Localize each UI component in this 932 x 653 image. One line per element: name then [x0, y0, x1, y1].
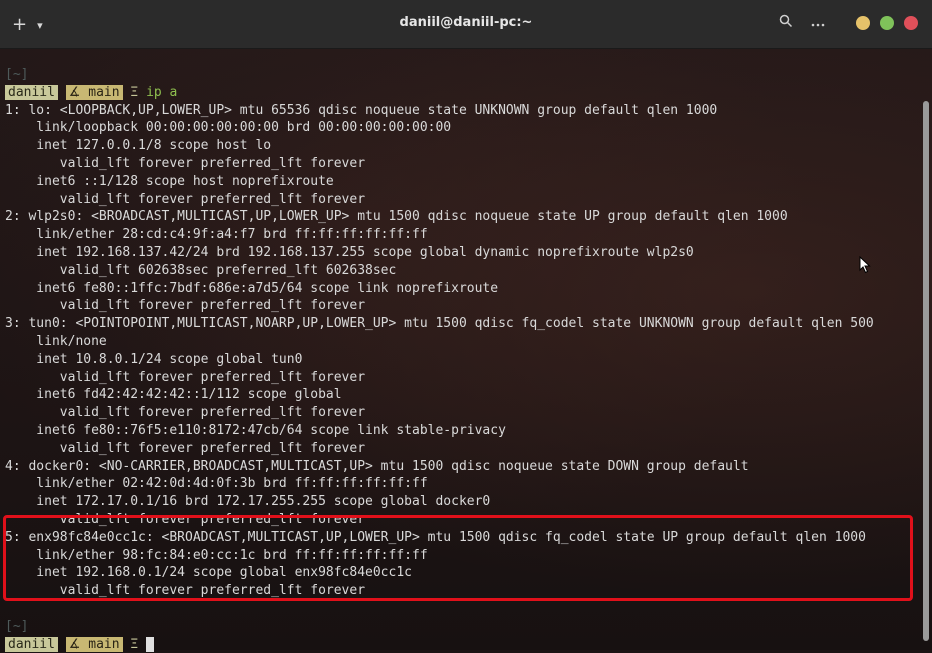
- close-button[interactable]: [904, 16, 918, 30]
- terminal-line: 4: docker0: <NO-CARRIER,BROADCAST,MULTIC…: [5, 458, 874, 476]
- title-bar: + ▾ daniil@daniil-pc:~: [0, 0, 932, 49]
- terminal-line: 3: tun0: <POINTOPOINT,MULTICAST,NOARP,UP…: [5, 315, 874, 333]
- terminal-line: [~]: [5, 66, 874, 84]
- terminal-line: 2: wlp2s0: <BROADCAST,MULTICAST,UP,LOWER…: [5, 208, 874, 226]
- search-icon[interactable]: [776, 14, 796, 32]
- terminal-line: inet 192.168.137.42/24 brd 192.168.137.2…: [5, 244, 874, 262]
- terminal-line: valid_lft 602638sec preferred_lft 602638…: [5, 262, 874, 280]
- terminal-line: [5, 600, 874, 618]
- terminal-line: inet6 fe80::76f5:e110:8172:47cb/64 scope…: [5, 422, 874, 440]
- terminal-line: valid_lft forever preferred_lft forever: [5, 369, 874, 387]
- terminal-line: valid_lft forever preferred_lft forever: [5, 404, 874, 422]
- terminal-line: inet6 ::1/128 scope host noprefixroute: [5, 173, 874, 191]
- terminal-line: inet 127.0.0.1/8 scope host lo: [5, 137, 874, 155]
- scrollbar[interactable]: [923, 101, 929, 641]
- terminal-line: link/loopback 00:00:00:00:00:00 brd 00:0…: [5, 119, 874, 137]
- command-text: ip a: [146, 85, 177, 100]
- terminal-line: valid_lft forever preferred_lft forever: [5, 440, 874, 458]
- terminal-line: valid_lft forever preferred_lft forever: [5, 191, 874, 209]
- terminal-line: inet6 fd42:42:42:42::1/112 scope global: [5, 386, 874, 404]
- maximize-button[interactable]: [880, 16, 894, 30]
- prompt-separator: Ξ: [123, 85, 146, 100]
- terminal-line: 1: lo: <LOOPBACK,UP,LOWER_UP> mtu 65536 …: [5, 102, 874, 120]
- more-icon[interactable]: [808, 15, 828, 31]
- terminal-output[interactable]: [~]daniil ∡ main Ξ ip a1: lo: <LOOPBACK,…: [0, 49, 932, 650]
- prompt-user: daniil: [5, 85, 58, 100]
- prompt-branch: ∡ main: [66, 637, 123, 652]
- terminal-line: link/none: [5, 333, 874, 351]
- terminal-line: link/ether 02:42:0d:4d:0f:3b brd ff:ff:f…: [5, 475, 874, 493]
- prompt-user: daniil: [5, 637, 58, 652]
- prompt-line: daniil ∡ main Ξ: [5, 636, 874, 653]
- terminal-line: valid_lft forever preferred_lft forever: [5, 155, 874, 173]
- terminal-line: inet 172.17.0.1/16 brd 172.17.255.255 sc…: [5, 493, 874, 511]
- highlight-box: [3, 515, 913, 601]
- terminal-line: inet6 fe80::1ffc:7bdf:686e:a7d5/64 scope…: [5, 280, 874, 298]
- terminal-line: link/ether 28:cd:c4:9f:a4:f7 brd ff:ff:f…: [5, 226, 874, 244]
- text-cursor: [146, 637, 154, 652]
- terminal-line: [~]: [5, 618, 874, 636]
- terminal-line: inet 10.8.0.1/24 scope global tun0: [5, 351, 874, 369]
- mouse-pointer-icon: [859, 256, 871, 274]
- minimize-button[interactable]: [856, 16, 870, 30]
- prompt-branch: ∡ main: [66, 85, 123, 100]
- prompt-separator: Ξ: [123, 637, 146, 652]
- terminal-line: valid_lft forever preferred_lft forever: [5, 297, 874, 315]
- prompt-line: daniil ∡ main Ξ ip a: [5, 84, 874, 102]
